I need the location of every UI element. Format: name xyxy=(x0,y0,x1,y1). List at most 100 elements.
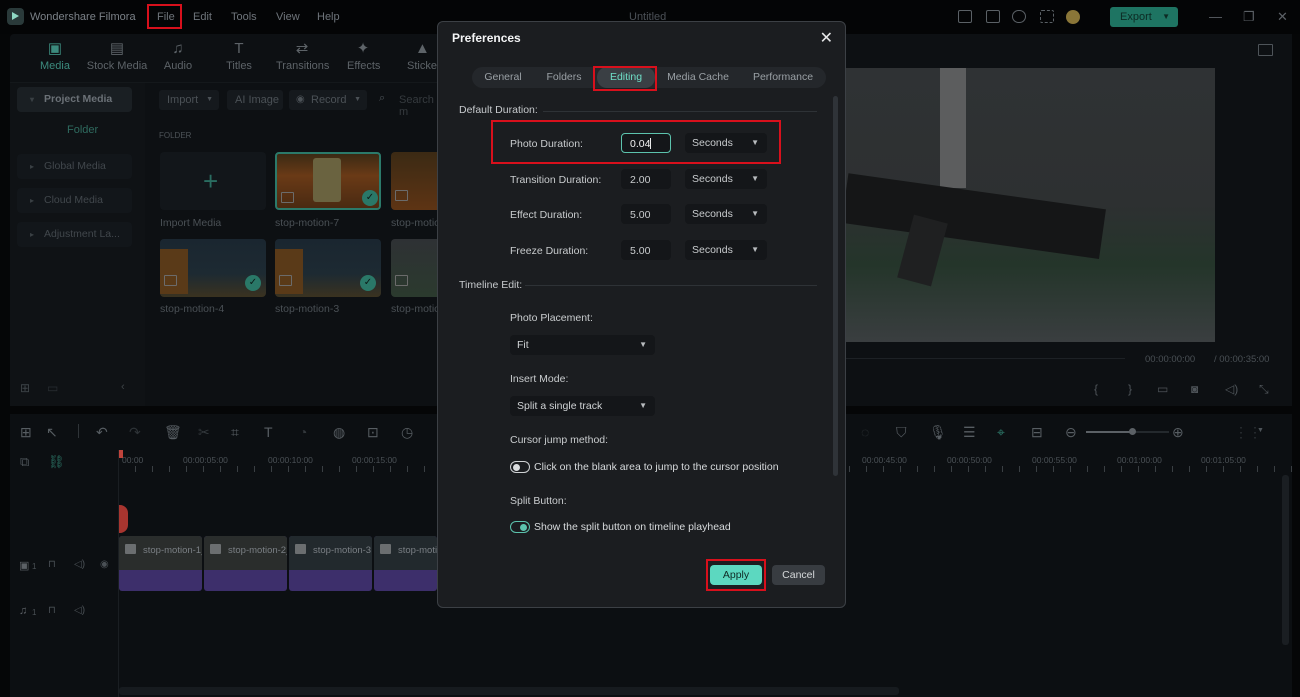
fullscreen-icon[interactable]: ⤡ xyxy=(1259,382,1269,397)
tab-media-cache[interactable]: Media Cache xyxy=(658,67,738,88)
playback-progress-bar[interactable] xyxy=(845,358,1125,359)
import-button[interactable]: Import ▼ xyxy=(159,90,219,110)
ai-image-button[interactable]: AI Image xyxy=(227,90,283,110)
delete-icon[interactable]: 🗑 xyxy=(164,424,182,441)
mute-icon[interactable]: ◁) xyxy=(74,559,85,570)
split-button-toggle[interactable] xyxy=(510,521,530,533)
user-avatar[interactable] xyxy=(1066,10,1080,24)
tab-media[interactable]: ▣ Media xyxy=(38,41,72,72)
snap-icon[interactable]: ⌖ xyxy=(997,424,1005,441)
scopes-icon[interactable] xyxy=(1258,44,1273,56)
snapshot-icon[interactable]: ◙ xyxy=(1191,382,1198,396)
sidebar-item-adjustment-layer[interactable]: Adjustment La... xyxy=(17,222,132,247)
insert-mode-select[interactable]: Split a single track ▼ xyxy=(510,396,655,416)
menu-help[interactable]: Help xyxy=(317,11,340,23)
menu-tools[interactable]: Tools xyxy=(231,11,257,23)
timer-icon[interactable]: ◷ xyxy=(401,424,413,441)
new-folder-icon[interactable]: ⊞ xyxy=(20,381,30,395)
split-button[interactable] xyxy=(118,505,128,533)
lock-icon[interactable]: ⊓ xyxy=(48,605,56,616)
apps-grid-icon[interactable] xyxy=(1040,10,1054,23)
link-icon[interactable]: ⛓ xyxy=(48,454,65,470)
split-icon[interactable]: ✂ xyxy=(198,424,210,441)
marker-icon[interactable]: ⛉ xyxy=(896,424,907,441)
tab-sticker[interactable]: ▲ Sticker xyxy=(407,42,440,72)
media-item-stop-motion[interactable] xyxy=(391,239,440,297)
tab-transitions[interactable]: ⇄ Transitions xyxy=(276,41,329,72)
chevron-down-icon[interactable]: ▼ xyxy=(1257,427,1264,434)
undo-icon[interactable]: ↶ xyxy=(96,424,108,441)
redo-icon[interactable]: ↷ xyxy=(129,424,141,441)
cursor-jump-toggle[interactable] xyxy=(510,461,530,473)
display-icon[interactable]: ▭ xyxy=(1157,382,1168,396)
timeline-clip[interactable]: stop-motion-3 xyxy=(289,536,372,591)
mute-icon[interactable]: ◁) xyxy=(74,605,85,616)
tab-effects[interactable]: ✦ Effects xyxy=(347,41,380,72)
lock-icon[interactable]: ⊓ xyxy=(48,559,56,570)
close-icon[interactable]: ✕ xyxy=(820,28,833,48)
add-track-icon[interactable]: ⧉ xyxy=(20,454,29,470)
transition-duration-unit-select[interactable]: Seconds ▼ xyxy=(685,169,767,189)
import-media-tile[interactable]: + xyxy=(160,152,266,210)
save-icon[interactable] xyxy=(986,10,1000,23)
collapse-panel-icon[interactable]: ‹ xyxy=(121,381,125,393)
menu-edit[interactable]: Edit xyxy=(193,11,212,23)
speed-icon[interactable]: ◔ xyxy=(299,424,307,440)
layout-icon[interactable] xyxy=(958,10,972,23)
zoom-slider[interactable] xyxy=(1086,428,1169,435)
zoom-in-icon[interactable]: ⊕ xyxy=(1172,424,1184,441)
export-button[interactable]: Export ▼ xyxy=(1110,7,1178,27)
tab-performance[interactable]: Performance xyxy=(740,67,826,88)
select-tool-icon[interactable]: ↖ xyxy=(46,424,58,441)
effect-duration-input[interactable]: 5.00 xyxy=(621,204,671,224)
ai-portrait-icon[interactable]: ⊡ xyxy=(367,424,379,441)
media-item-stop-motion[interactable] xyxy=(391,152,440,210)
cancel-button[interactable]: Cancel xyxy=(772,565,825,585)
tab-folders[interactable]: Folders xyxy=(534,67,594,88)
close-window-icon[interactable]: ✕ xyxy=(1277,9,1288,25)
freeze-duration-input[interactable]: 5.00 xyxy=(621,240,671,260)
timeline-clip[interactable]: stop-motion-1_ xyxy=(119,536,202,591)
horizontal-scrollbar[interactable] xyxy=(119,687,899,695)
transition-duration-input[interactable]: 2.00 xyxy=(621,169,671,189)
freeze-duration-unit-select[interactable]: Seconds ▼ xyxy=(685,240,767,260)
cloud-upload-icon[interactable] xyxy=(1012,10,1026,23)
menu-view[interactable]: View xyxy=(276,11,300,23)
tab-stock-media[interactable]: ▤ Stock Media xyxy=(86,41,148,72)
sidebar-item-project-media[interactable]: Project Media xyxy=(17,87,132,112)
dialog-scrollbar[interactable] xyxy=(833,96,838,476)
microphone-icon[interactable]: 🎙 xyxy=(929,424,947,441)
text-icon[interactable]: T xyxy=(264,424,273,440)
tab-audio[interactable]: ♫ Audio xyxy=(162,41,194,72)
fit-timeline-icon[interactable]: ⊟ xyxy=(1031,424,1043,441)
volume-icon[interactable]: ◁) xyxy=(1225,382,1238,396)
eye-icon[interactable]: ◉ xyxy=(100,559,109,570)
audio-list-icon[interactable]: ☰ xyxy=(963,424,976,441)
photo-placement-select[interactable]: Fit ▼ xyxy=(510,335,655,355)
record-button[interactable]: ◉ Record ▼ xyxy=(289,90,367,110)
sidebar-item-cloud-media[interactable]: Cloud Media xyxy=(17,188,132,213)
timeline-clip[interactable]: stop-motion-2_ xyxy=(204,536,287,591)
render-preview-icon[interactable]: ◌ xyxy=(861,424,869,440)
tab-titles[interactable]: T Titles xyxy=(224,41,254,72)
zoom-out-icon[interactable]: ⊖ xyxy=(1065,424,1077,441)
mark-in-icon[interactable]: { xyxy=(1094,382,1098,396)
search-input[interactable]: Search m xyxy=(399,94,440,118)
minimize-icon[interactable]: — xyxy=(1209,9,1222,24)
sidebar-folder[interactable]: Folder xyxy=(67,124,98,136)
mark-out-icon[interactable]: } xyxy=(1128,382,1132,396)
media-item-stop-motion-4[interactable]: ✓ xyxy=(160,239,266,297)
media-item-stop-motion-7[interactable]: ✓ xyxy=(275,152,381,210)
sidebar-item-global-media[interactable]: Global Media xyxy=(17,154,132,179)
tab-general[interactable]: General xyxy=(472,67,534,88)
layout-grid-icon[interactable]: ⊞ xyxy=(20,424,32,441)
folder-icon[interactable]: ▭ xyxy=(47,381,58,395)
media-item-stop-motion-3[interactable]: ✓ xyxy=(275,239,381,297)
restore-icon[interactable]: ❐ xyxy=(1243,9,1255,25)
color-palette-icon[interactable]: ◍ xyxy=(333,424,345,441)
vertical-scrollbar[interactable] xyxy=(1282,475,1289,645)
timeline-clip[interactable]: stop-motio xyxy=(374,536,437,591)
crop-icon[interactable]: ⌗ xyxy=(231,424,239,441)
zoom-slider-handle[interactable] xyxy=(1128,428,1136,435)
effect-duration-unit-select[interactable]: Seconds ▼ xyxy=(685,204,767,224)
